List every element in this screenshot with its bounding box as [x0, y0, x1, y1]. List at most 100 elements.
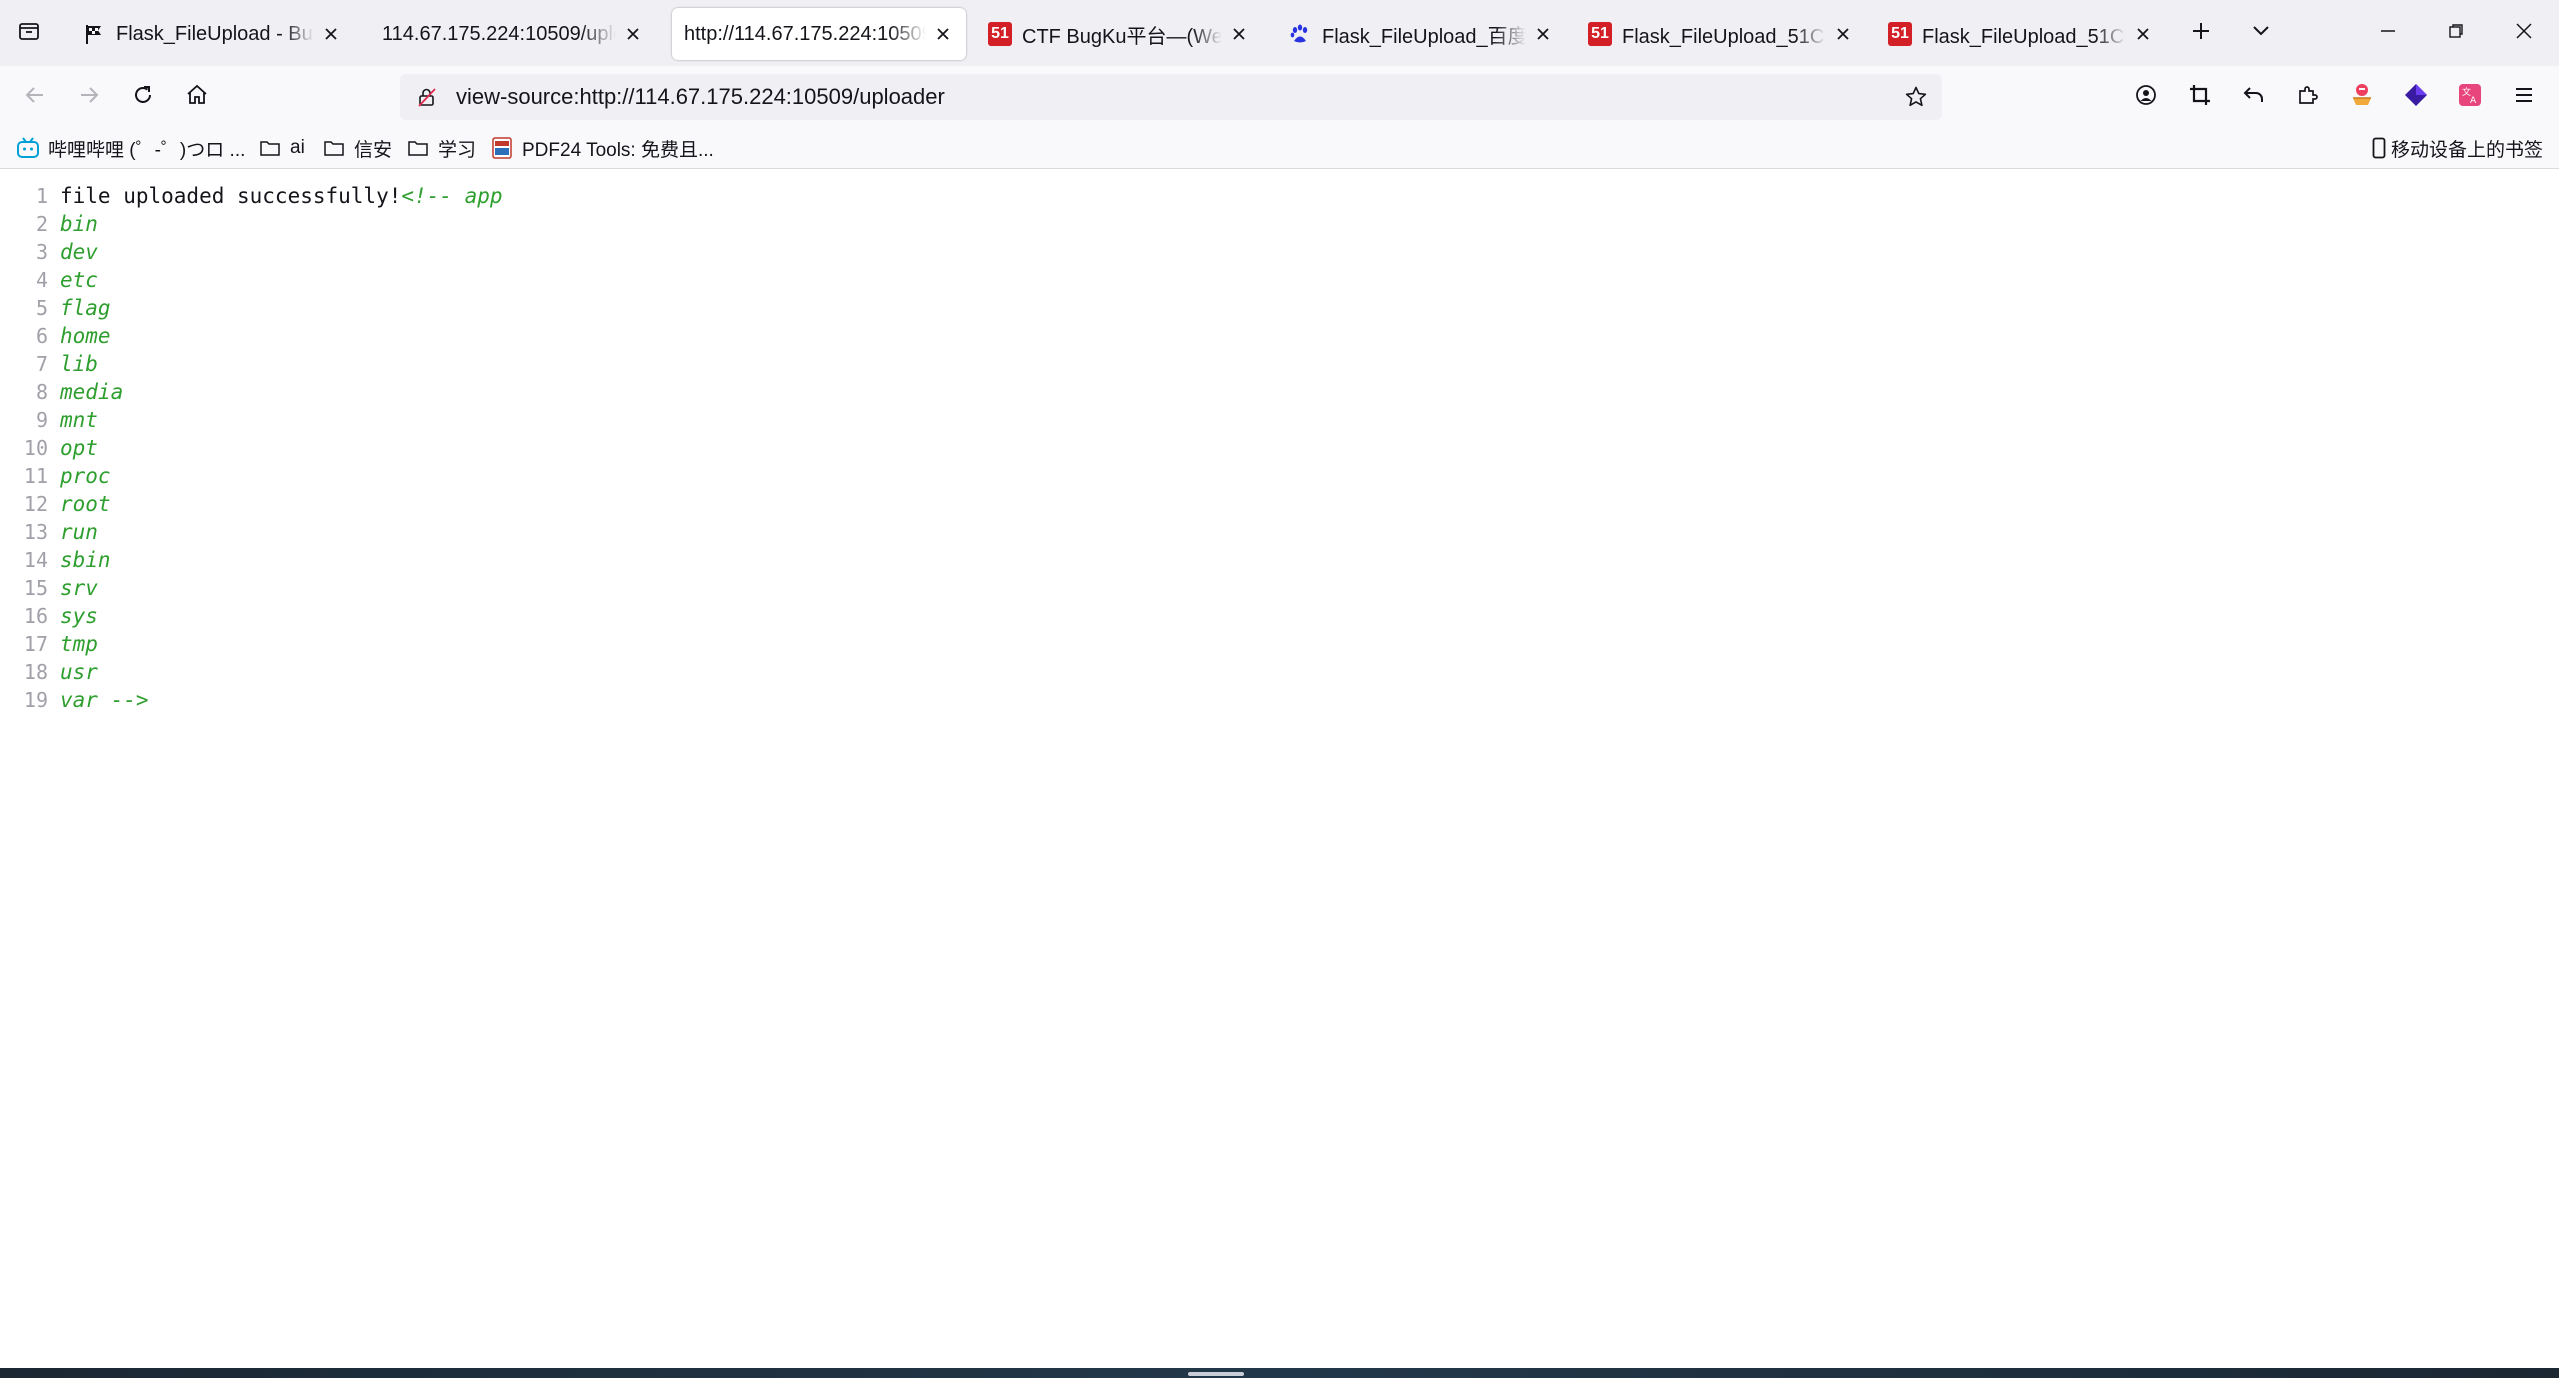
translate-icon: 文A [2457, 82, 2483, 113]
address-bar[interactable]: view-source:http://114.67.175.224:10509/… [400, 74, 1942, 120]
51cto-icon: 51 [1888, 22, 1912, 46]
line-number: 17 [23, 632, 48, 656]
source-line: 3 dev [0, 238, 2559, 266]
restore-icon [2447, 22, 2465, 45]
mobile-bookmarks[interactable]: 移动设备上的书签 [2371, 134, 2543, 162]
source-comment: tmp [60, 632, 98, 656]
bookmark-folder-ai[interactable]: ai [258, 134, 305, 162]
url-text[interactable]: view-source:http://114.67.175.224:10509/… [456, 84, 945, 110]
source-comment: bin [60, 212, 98, 236]
new-tab-button[interactable] [2182, 14, 2220, 52]
close-icon[interactable] [622, 23, 644, 45]
source-line: 19 var --> [0, 686, 2559, 714]
tab-strip: Flask_FileUpload - Bugku 114.67.175.224:… [0, 0, 2559, 66]
source-comment: flag [60, 296, 111, 320]
restore-button[interactable] [2422, 0, 2490, 66]
line-number: 5 [35, 296, 48, 320]
close-icon [2515, 22, 2533, 45]
tab-title: Flask_FileUpload - Bugku [116, 22, 314, 45]
bookmark-star-icon[interactable] [1902, 83, 1930, 111]
window-close-button[interactable] [2490, 0, 2558, 66]
tab-baidu-search[interactable]: Flask_FileUpload_百度搜索 [1276, 8, 1566, 60]
source-comment: proc [60, 464, 111, 488]
translate-button[interactable]: 文A [2450, 77, 2490, 117]
source-comment: sbin [60, 548, 111, 572]
source-comment: sys [60, 604, 98, 628]
insecure-lock-icon[interactable] [414, 84, 440, 110]
source-comment: var --> [60, 688, 149, 712]
tab-list-icon [17, 19, 41, 48]
baidu-paw-icon [1288, 22, 1312, 46]
source-comment: media [60, 380, 124, 404]
list-all-tabs-button[interactable] [0, 0, 58, 66]
tab-overflow-button[interactable] [2242, 14, 2280, 52]
home-icon [185, 83, 209, 112]
close-icon[interactable] [932, 23, 954, 45]
extensions-button[interactable] [2288, 77, 2328, 117]
taskbar [0, 1368, 2559, 1378]
extension-diamond-button[interactable] [2396, 77, 2436, 117]
close-icon[interactable] [1228, 23, 1250, 45]
chevron-down-icon [2251, 21, 2271, 46]
bookmark-pdf24[interactable]: PDF24 Tools: 免费且... [490, 134, 714, 162]
undo-icon [2242, 83, 2266, 112]
extension-mascot-button[interactable] [2342, 77, 2382, 117]
line-number: 1 [35, 184, 48, 208]
view-source-content: 1 file uploaded successfully! <!-- app 2 bin… [0, 182, 2559, 714]
close-icon[interactable] [2132, 23, 2154, 45]
line-number: 6 [35, 324, 48, 348]
bookmark-folder-xinan[interactable]: 信安 [322, 134, 392, 162]
source-line: 4 etc [0, 266, 2559, 294]
menu-button[interactable] [2504, 77, 2544, 117]
home-button[interactable] [176, 76, 218, 118]
source-line: 14 sbin [0, 546, 2559, 574]
source-line: 9 mnt [0, 406, 2559, 434]
close-icon[interactable] [320, 23, 342, 45]
screenshot-button[interactable] [2180, 77, 2220, 117]
source-line: 15 srv [0, 574, 2559, 602]
source-line: 5 flag [0, 294, 2559, 322]
source-line: 6 home [0, 322, 2559, 350]
back-button[interactable] [14, 76, 56, 118]
close-icon[interactable] [1832, 23, 1854, 45]
tab-51cto-2[interactable]: 51 Flask_FileUpload_51CTO博 [1876, 8, 2166, 60]
source-line: 2 bin [0, 210, 2559, 238]
tab-51cto-1[interactable]: 51 Flask_FileUpload_51CTO博 [1576, 8, 1866, 60]
tab-title: http://114.67.175.224:10509/uploader [684, 22, 926, 45]
pdf24-icon [490, 136, 514, 160]
forward-button[interactable] [68, 76, 110, 118]
close-icon[interactable] [1532, 23, 1554, 45]
bookmark-label: 哔哩哔哩 (゜-゜)つロ ... [48, 139, 246, 161]
line-number: 9 [35, 408, 48, 432]
source-line: 7 lib [0, 350, 2559, 378]
tab-title: Flask_FileUpload_51CTO博 [1622, 25, 1826, 48]
minimize-button[interactable] [2354, 0, 2422, 66]
bookmark-folder-xuexi[interactable]: 学习 [406, 134, 476, 162]
source-line: 13 run [0, 518, 2559, 546]
line-number: 10 [23, 436, 48, 460]
tab-uploader-1[interactable]: 114.67.175.224:10509/uploader [370, 8, 656, 60]
account-button[interactable] [2126, 77, 2166, 117]
source-comment: <!-- app [401, 184, 503, 208]
source-comment: run [60, 520, 98, 544]
mascot-icon [2349, 82, 2375, 113]
tab-view-source-active[interactable]: http://114.67.175.224:10509/uploader [672, 8, 966, 60]
line-number: 4 [35, 268, 48, 292]
folder-icon [322, 136, 346, 160]
bilibili-icon [16, 136, 40, 160]
mobile-device-icon [2371, 136, 2387, 160]
source-line: 16 sys [0, 602, 2559, 630]
tab-ctf-bugku[interactable]: 51 CTF BugKu平台—(Web篇 [976, 8, 1262, 60]
svg-text:A: A [2470, 96, 2477, 106]
line-number: 16 [23, 604, 48, 628]
bookmark-bilibili[interactable]: 哔哩哔哩 (゜-゜)つロ ... [16, 134, 245, 162]
source-comment: mnt [60, 408, 98, 432]
undo-close-button[interactable] [2234, 77, 2274, 117]
line-number: 18 [23, 660, 48, 684]
puzzle-icon [2296, 83, 2320, 112]
source-comment: etc [60, 268, 98, 292]
reload-button[interactable] [122, 76, 164, 118]
tab-flask-bugku[interactable]: Flask_FileUpload - Bugku [70, 8, 354, 60]
source-comment: dev [60, 240, 98, 264]
bookmark-label: 学习 [438, 139, 477, 161]
